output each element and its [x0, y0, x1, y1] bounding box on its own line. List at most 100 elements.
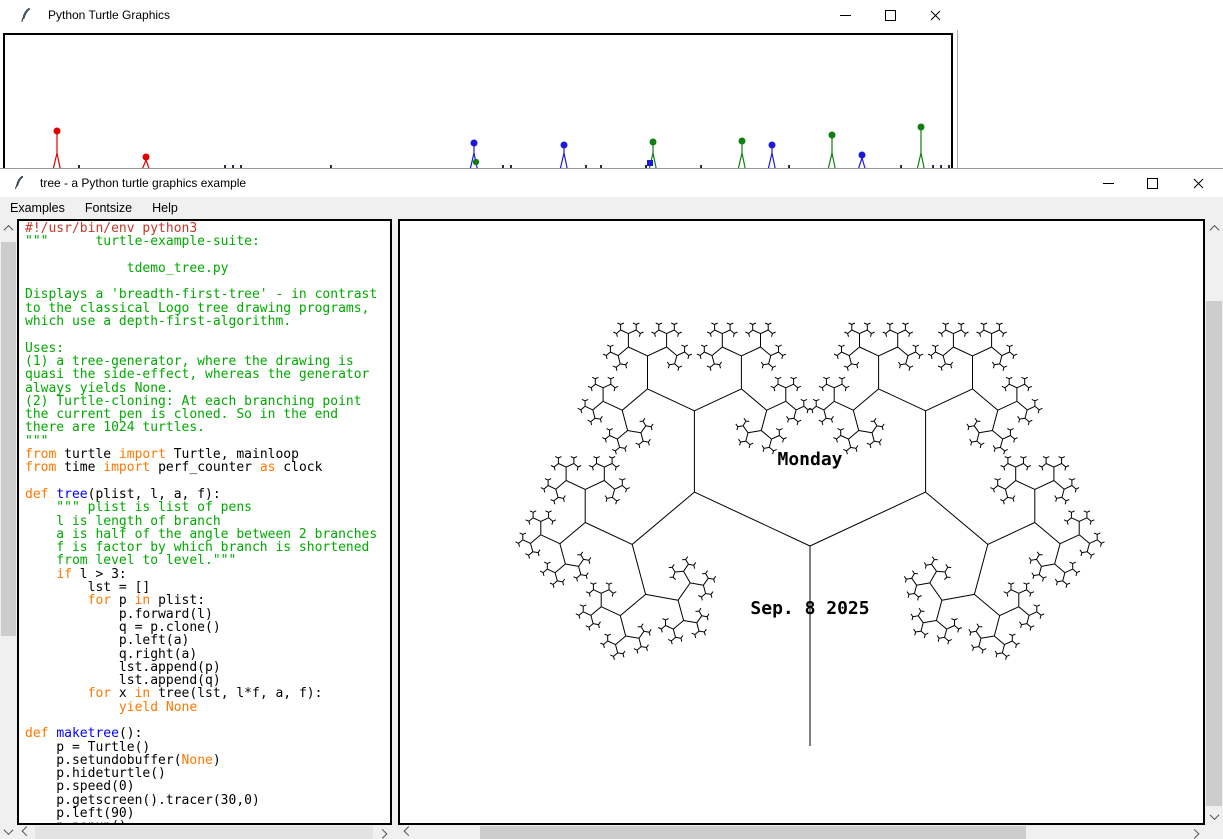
code-line: for p in plist:	[25, 594, 377, 607]
code-line	[25, 714, 377, 727]
turtle-figure-head	[54, 128, 61, 135]
close-icon[interactable]	[919, 3, 951, 27]
scroll-down-icon[interactable]	[0, 824, 17, 839]
code-line: p.setundobuffer(None)	[25, 754, 377, 767]
tree-window-title: tree - a Python turtle graphics example	[40, 176, 246, 190]
code-line: (1) a tree-generator, where the drawing …	[25, 355, 377, 368]
code-line: Uses:	[25, 342, 377, 355]
turtle-figure-head	[471, 140, 478, 147]
canvas-hscrollbar-thumb[interactable]	[480, 826, 1026, 839]
code-line	[25, 328, 377, 341]
turtle-figure-head	[739, 138, 746, 145]
canvas-hscrollbar[interactable]	[398, 825, 1205, 839]
minimize-icon[interactable]	[1092, 171, 1124, 195]
python-feather-icon	[12, 175, 26, 195]
background-window: Python Turtle Graphics	[0, 0, 958, 168]
code-line: quasi the side-effect, whereas the gener…	[25, 368, 377, 381]
code-line: q = p.clone()	[25, 621, 377, 634]
code-line: a is half of the angle between 2 branche…	[25, 528, 377, 541]
code-vscrollbar[interactable]	[0, 219, 17, 839]
background-turtle-drawing	[5, 35, 951, 168]
tree-window-titlebar[interactable]: tree - a Python turtle graphics example	[0, 169, 1223, 197]
code-line: which use a depth-first-algorithm.	[25, 315, 377, 328]
menu-examples[interactable]: Examples	[0, 198, 75, 218]
turtle-figure-head	[859, 152, 866, 159]
canvas-vscrollbar[interactable]	[1205, 219, 1223, 825]
turtle-figure-head	[143, 154, 150, 161]
code-line: #!/usr/bin/env python3	[25, 222, 377, 235]
code-line: yield None	[25, 701, 377, 714]
code-line: def maketree():	[25, 727, 377, 740]
code-line: def tree(plist, l, a, f):	[25, 488, 377, 501]
code-line: p.left(a)	[25, 634, 377, 647]
code-line: Displays a 'breadth-first-tree' - in con…	[25, 288, 377, 301]
turtle-canvas[interactable]: Monday Sep. 8 2025	[398, 219, 1205, 825]
background-window-titlebar[interactable]: Python Turtle Graphics	[0, 0, 958, 30]
tree-example-window: tree - a Python turtle graphics example …	[0, 168, 1223, 839]
code-line: lst.append(q)	[25, 674, 377, 687]
turtle-figure-square	[647, 160, 653, 166]
code-line: lst.append(p)	[25, 661, 377, 674]
code-hscrollbar-thumb[interactable]	[35, 826, 373, 839]
code-line: (2) Turtle-cloning: At each branching po…	[25, 395, 377, 408]
code-line	[25, 275, 377, 288]
turtle-figure	[738, 141, 746, 168]
scroll-right-icon[interactable]	[375, 825, 390, 839]
source-code: #!/usr/bin/env python3""" turtle-example…	[25, 222, 377, 825]
fractal-tree-path	[516, 323, 1105, 746]
turtle-figure	[828, 135, 836, 168]
minimize-icon[interactable]	[829, 3, 861, 27]
code-line: p.speed(0)	[25, 780, 377, 793]
canvas-vscrollbar-thumb[interactable]	[1206, 301, 1222, 806]
maximize-icon[interactable]	[1136, 171, 1168, 195]
code-line: p = Turtle()	[25, 741, 377, 754]
scroll-left-icon[interactable]	[401, 825, 416, 839]
code-line: always yields None.	[25, 382, 377, 395]
code-line: p.forward(l)	[25, 608, 377, 621]
turtle-figure-head	[829, 132, 836, 139]
menu-help[interactable]: Help	[142, 198, 188, 218]
canvas-text-label: Monday	[777, 449, 842, 470]
background-turtle-canvas	[3, 33, 953, 168]
code-line: """ plist is list of pens	[25, 501, 377, 514]
menu-fontsize[interactable]: Fontsize	[75, 198, 142, 218]
close-icon[interactable]	[1182, 171, 1214, 195]
code-line	[25, 249, 377, 262]
scroll-left-icon[interactable]	[19, 825, 34, 839]
code-line: for x in tree(lst, l*f, a, f):	[25, 687, 377, 700]
code-line: """ turtle-example-suite:	[25, 235, 377, 248]
code-line: from time import perf_counter as clock	[25, 461, 377, 474]
code-line: """	[25, 435, 377, 448]
code-line: to the classical Logo tree drawing progr…	[25, 302, 377, 315]
scroll-down-icon[interactable]	[1205, 809, 1223, 824]
scroll-up-icon[interactable]	[0, 221, 17, 236]
code-line: l is length of branch	[25, 515, 377, 528]
code-line: tdemo_tree.py	[25, 262, 377, 275]
code-line: f is factor by which branch is shortened	[25, 541, 377, 554]
code-line: from level to level."""	[25, 554, 377, 567]
turtle-figure-head	[561, 142, 568, 149]
canvas-text-label: Sep. 8 2025	[750, 598, 869, 619]
menubar: Examples Fontsize Help	[0, 197, 1223, 219]
turtle-figure-head	[918, 124, 925, 131]
code-line: if l > 3:	[25, 568, 377, 581]
turtle-figure-dot	[473, 159, 479, 165]
code-line: q.right(a)	[25, 648, 377, 661]
turtle-figure	[917, 127, 925, 168]
python-feather-icon	[18, 7, 33, 28]
code-line	[25, 475, 377, 488]
scroll-right-icon[interactable]	[1187, 825, 1202, 839]
fractal-tree-drawing: Monday Sep. 8 2025	[400, 221, 1203, 823]
scrollbar-corner	[1205, 825, 1223, 839]
scroll-up-icon[interactable]	[1205, 221, 1223, 236]
background-window-title: Python Turtle Graphics	[48, 8, 170, 22]
maximize-icon[interactable]	[874, 3, 906, 27]
turtle-figure	[53, 131, 61, 168]
code-vscrollbar-thumb[interactable]	[1, 242, 16, 636]
code-viewer[interactable]: #!/usr/bin/env python3""" turtle-example…	[17, 219, 392, 825]
turtle-figure-head	[650, 139, 657, 146]
desktop: Python Turtle Graphics tree - a Python t…	[0, 0, 1223, 839]
turtle-figure-head	[769, 142, 776, 149]
code-line: there are 1024 turtles.	[25, 421, 377, 434]
code-hscrollbar[interactable]	[17, 825, 392, 839]
